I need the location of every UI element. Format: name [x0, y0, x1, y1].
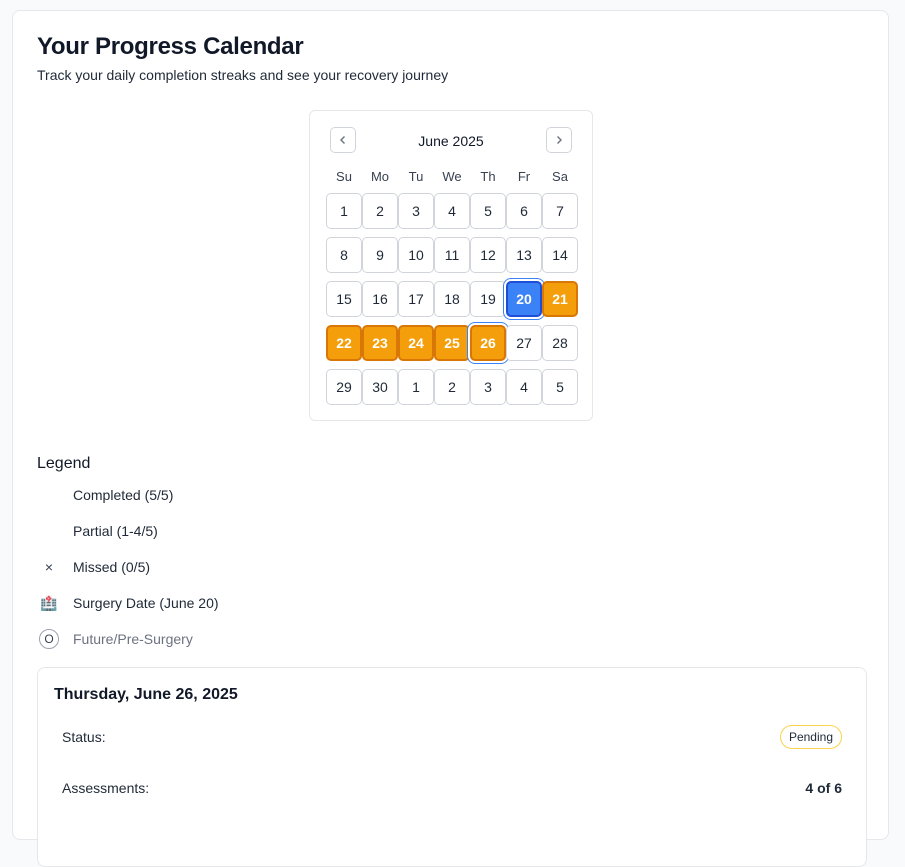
- future-icon: O: [37, 627, 61, 651]
- calendar-day[interactable]: 7: [542, 193, 578, 229]
- calendar-day[interactable]: 1: [326, 193, 362, 229]
- calendar-day[interactable]: 3: [470, 369, 506, 405]
- legend-item-surgery: 🏥 Surgery Date (June 20): [37, 591, 219, 615]
- weekday-label: Fr: [517, 169, 531, 184]
- detail-date: Thursday, June 26, 2025: [54, 686, 238, 703]
- assessments-value: 4 of 6: [805, 780, 842, 796]
- calendar-day[interactable]: 17: [398, 281, 434, 317]
- partial-icon: [37, 519, 61, 543]
- legend-label: Completed (5/5): [73, 487, 174, 503]
- status-badge: Pending: [779, 725, 842, 749]
- next-month-button[interactable]: [546, 127, 572, 153]
- weekday-label: Tu: [408, 169, 424, 184]
- calendar-day[interactable]: 2: [434, 369, 470, 405]
- close-icon: ×: [44, 559, 54, 575]
- legend-item-missed: × Missed (0/5): [37, 555, 150, 579]
- calendar-day[interactable]: 5: [470, 193, 506, 229]
- calendar-day[interactable]: 28: [542, 325, 578, 361]
- calendar-day[interactable]: 12: [470, 237, 506, 273]
- legend-label: Surgery Date (June 20): [73, 595, 219, 611]
- calendar-day[interactable]: 25: [434, 325, 470, 361]
- day-detail-panel: Thursday, June 26, 2025 Status: Pending …: [37, 667, 867, 867]
- legend-item-completed: Completed (5/5): [37, 483, 173, 507]
- day-grid: 1 2 3 4 5 6 7 8 9 10 11 12 13 14 15 16 17 18 19 20 21 22 23 24 2…: [326, 193, 578, 413]
- calendar-day[interactable]: 21: [542, 281, 578, 317]
- calendar-day[interactable]: 26: [470, 325, 506, 361]
- chevron-right-icon: [557, 136, 562, 144]
- calendar-day[interactable]: 23: [362, 325, 398, 361]
- calendar-day[interactable]: 5: [542, 369, 578, 405]
- calendar-day[interactable]: 20: [506, 281, 542, 317]
- calendar-day[interactable]: 10: [398, 237, 434, 273]
- legend-label: Future/Pre-Surgery: [73, 631, 193, 647]
- legend-item-partial: Partial (1-4/5): [37, 519, 158, 543]
- assessments-label: Assessments:: [62, 780, 150, 796]
- hospital-icon: 🏥: [40, 594, 58, 611]
- legend-title: Legend: [37, 455, 91, 472]
- calendar-day[interactable]: 14: [542, 237, 578, 273]
- calendar-day[interactable]: 13: [506, 237, 542, 273]
- calendar-day[interactable]: 4: [434, 193, 470, 229]
- weekday-header: Su Mo Tu We Th Fr Sa: [326, 169, 578, 184]
- calendar-day[interactable]: 3: [398, 193, 434, 229]
- progress-calendar-card: Your Progress Calendar Track your daily …: [12, 10, 889, 867]
- page-subtitle: Track your daily completion streaks and …: [37, 67, 449, 83]
- calendar-day[interactable]: 15: [326, 281, 362, 317]
- weekday-label: Th: [480, 169, 496, 184]
- calendar-day[interactable]: 22: [326, 325, 362, 361]
- calendar-day[interactable]: 18: [434, 281, 470, 317]
- status-label: Status:: [62, 729, 106, 745]
- calendar-day[interactable]: 19: [470, 281, 506, 317]
- calendar-day[interactable]: 11: [434, 237, 470, 273]
- legend-label: Missed (0/5): [73, 559, 151, 575]
- completed-icon: [37, 483, 61, 507]
- calendar-day[interactable]: 6: [506, 193, 542, 229]
- weekday-label: We: [442, 169, 462, 184]
- weekday-label: Su: [336, 169, 352, 184]
- legend-item-future: O Future/Pre-Surgery: [37, 627, 193, 651]
- weekday-label: Sa: [552, 169, 568, 184]
- calendar-day[interactable]: 27: [506, 325, 542, 361]
- calendar-day[interactable]: 24: [398, 325, 434, 361]
- legend-label: Partial (1-4/5): [73, 523, 158, 539]
- calendar-day[interactable]: 4: [506, 369, 542, 405]
- calendar-day[interactable]: 9: [362, 237, 398, 273]
- weekday-label: Mo: [370, 169, 390, 184]
- calendar-day[interactable]: 8: [326, 237, 362, 273]
- calendar-day[interactable]: 2: [362, 193, 398, 229]
- calendar-day[interactable]: 29: [326, 369, 362, 405]
- page-title: Your Progress Calendar: [37, 33, 304, 60]
- calendar: June 2025 Su Mo Tu We Th Fr Sa 123456789…: [309, 110, 593, 421]
- calendar-day[interactable]: 16: [362, 281, 398, 317]
- circle-icon: O: [39, 629, 59, 649]
- calendar-day[interactable]: 30: [362, 369, 398, 405]
- calendar-day[interactable]: 1: [398, 369, 434, 405]
